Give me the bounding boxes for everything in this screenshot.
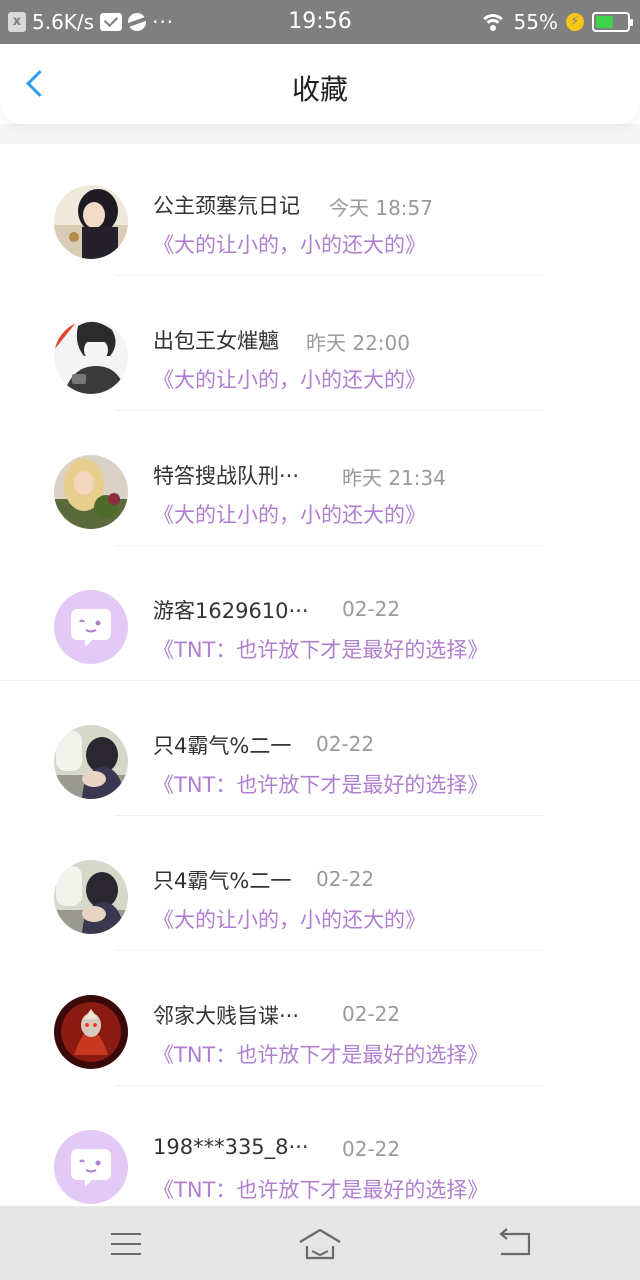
timestamp: 02-22 (342, 1002, 401, 1026)
menu-button[interactable] (105, 1224, 149, 1264)
avatar[interactable] (54, 455, 128, 529)
avatar[interactable] (54, 995, 128, 1069)
avatar[interactable] (54, 860, 128, 934)
list-item[interactable]: 只4霸气%二一 02-22 《大的让小的，小的还大的》 (0, 816, 640, 951)
list-item[interactable]: 198***335_8··· 02-22 《TNT：也许放下才是最好的选择》 (0, 1086, 640, 1206)
user-name: 198***335_8··· (153, 1135, 309, 1159)
avatar-default-purple (54, 590, 128, 664)
battery-level (596, 16, 613, 28)
favorited-title: 《TNT：也许放下才是最好的选择》 (153, 638, 489, 662)
favorited-title: 《大的让小的，小的还大的》 (153, 233, 426, 257)
avatar-anime-boy (54, 320, 128, 394)
favorited-title: 《TNT：也许放下才是最好的选择》 (153, 773, 489, 797)
avatar-red-warrior (54, 995, 128, 1069)
favorited-title: 《大的让小的，小的还大的》 (153, 908, 426, 932)
home-button[interactable] (298, 1224, 342, 1264)
favorited-title: 《TNT：也许放下才是最好的选择》 (153, 1178, 489, 1202)
avatar[interactable] (54, 185, 128, 259)
list-item[interactable]: 特答搜战队刑··· 昨天 21:34 《大的让小的，小的还大的》 (0, 411, 640, 546)
timestamp: 昨天 21:34 (342, 466, 446, 490)
wifi-icon (479, 12, 506, 32)
user-name: 游客1629610··· (153, 599, 309, 623)
list-item[interactable]: 只4霸气%二一 02-22 《TNT：也许放下才是最好的选择》 (0, 681, 640, 816)
return-icon (499, 1228, 531, 1256)
list-item[interactable]: 公主颈塞氘日记 今天 18:57 《大的让小的，小的还大的》 (0, 141, 640, 276)
timestamp: 今天 18:57 (329, 196, 433, 220)
list-item[interactable]: 游客1629610··· 02-22 《TNT：也许放下才是最好的选择》 (0, 546, 640, 681)
favorited-title: 《大的让小的，小的还大的》 (153, 368, 426, 392)
avatar[interactable] (54, 725, 128, 799)
menu-icon-line (111, 1253, 141, 1255)
user-name: 特答搜战队刑··· (153, 464, 300, 488)
page-title: 收藏 (291, 73, 348, 106)
user-name: 邻家大贱旨谍··· (153, 1004, 300, 1028)
menu-icon-line (111, 1233, 141, 1235)
avatar[interactable] (54, 590, 128, 664)
timestamp: 02-22 (342, 1137, 401, 1161)
timestamp: 02-22 (342, 597, 401, 621)
timestamp: 02-22 (316, 867, 375, 891)
user-name: 只4霸气%二一 (153, 869, 292, 893)
avatar-blonde-girl (54, 455, 128, 529)
user-name: 只4霸气%二一 (153, 734, 292, 758)
header: 收藏 (0, 44, 640, 124)
avatar-window-girl (54, 725, 128, 799)
system-nav-bar (0, 1206, 640, 1280)
status-bar: x 5.6K/s ··· 19:56 55% ⚡ (0, 0, 640, 44)
avatar[interactable] (54, 320, 128, 394)
list-item[interactable]: 出包王女熣魑 昨天 22:00 《大的让小的，小的还大的》 (0, 276, 640, 411)
menu-icon-line (111, 1243, 141, 1245)
timestamp: 02-22 (316, 732, 375, 756)
favorites-list: 公主颈塞氘日记 今天 18:57 《大的让小的，小的还大的》 出包王女熣魑 昨天 22:… (0, 141, 640, 1206)
charging-icon: ⚡ (566, 13, 584, 31)
list-item[interactable]: 邻家大贱旨谍··· 02-22 《TNT：也许放下才是最好的选择》 (0, 951, 640, 1086)
avatar-girl-headphones (54, 185, 128, 259)
battery-icon (592, 12, 633, 32)
home-icon (299, 1228, 341, 1260)
user-name: 出包王女熣魑 (153, 329, 279, 353)
avatar[interactable] (54, 1130, 128, 1204)
avatar-window-girl (54, 860, 128, 934)
favorited-title: 《大的让小的，小的还大的》 (153, 503, 426, 527)
user-name: 公主颈塞氘日记 (153, 194, 300, 218)
battery-percent: 55% (513, 10, 558, 34)
timestamp: 昨天 22:00 (306, 331, 410, 355)
favorited-title: 《TNT：也许放下才是最好的选择》 (153, 1043, 489, 1067)
avatar-default-purple (54, 1130, 128, 1204)
back-nav-button[interactable] (493, 1224, 537, 1264)
